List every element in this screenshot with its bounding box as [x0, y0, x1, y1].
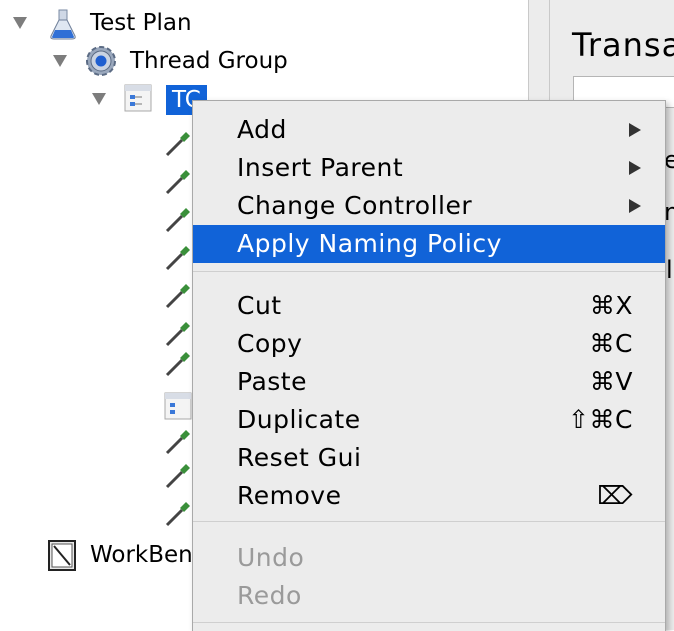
menu-item-change-controller[interactable]: Change Controller — [193, 187, 665, 225]
sampler-pipette-icon[interactable] — [164, 428, 192, 456]
menu-item-copy[interactable]: Copy ⌘C — [193, 325, 665, 363]
expand-caret-icon[interactable] — [53, 55, 67, 67]
sampler-pipette-icon[interactable] — [164, 282, 192, 310]
menu-item-apply-naming-policy[interactable]: Apply Naming Policy — [193, 225, 665, 263]
thread-group-gear-icon — [86, 46, 116, 76]
menu-item-cut[interactable]: Cut ⌘X — [193, 287, 665, 325]
menu-item-insert-parent[interactable]: Insert Parent — [193, 149, 665, 187]
menu-item-label: Duplicate — [237, 405, 361, 434]
context-menu: Add Insert Parent Change Controller Appl… — [192, 100, 666, 631]
sampler-pipette-icon[interactable] — [164, 130, 192, 158]
delete-key-icon: ⌦ — [597, 481, 633, 510]
menu-item-shortcut: ⌘X — [589, 291, 633, 320]
tree-node-test-plan[interactable]: Test Plan — [90, 8, 192, 38]
menu-item-label: Copy — [237, 329, 303, 358]
sampler-pipette-icon[interactable] — [164, 462, 192, 490]
menu-item-label: Apply Naming Policy — [237, 229, 502, 258]
menu-item-label: Reset Gui — [237, 443, 362, 472]
submenu-arrow-icon — [629, 123, 641, 137]
transaction-controller-icon — [124, 84, 152, 112]
submenu-arrow-icon — [629, 199, 641, 213]
sampler-pipette-icon[interactable] — [164, 244, 192, 272]
tree-node-thread-group[interactable]: Thread Group — [130, 46, 288, 76]
menu-item-redo[interactable]: Redo — [193, 577, 665, 615]
menu-separator — [193, 622, 665, 623]
expand-caret-icon[interactable] — [13, 17, 27, 29]
menu-item-shortcut: ⇧⌘C — [568, 405, 633, 434]
menu-item-label: Redo — [237, 581, 302, 610]
expand-caret-icon[interactable] — [92, 93, 106, 105]
menu-item-undo[interactable]: Undo — [193, 539, 665, 577]
sampler-pipette-icon[interactable] — [164, 350, 192, 378]
submenu-arrow-icon — [629, 161, 641, 175]
menu-item-label: Paste — [237, 367, 307, 396]
menu-item-shortcut: ⌘V — [589, 367, 633, 396]
menu-item-paste[interactable]: Paste ⌘V — [193, 363, 665, 401]
sampler-pipette-icon[interactable] — [164, 500, 192, 528]
workbench-clipboard-icon — [48, 540, 76, 571]
sampler-pipette-icon[interactable] — [164, 168, 192, 196]
menu-separator — [193, 521, 665, 522]
menu-item-label: Add — [237, 115, 287, 144]
menu-item-label: Cut — [237, 291, 282, 320]
sampler-pipette-icon[interactable] — [164, 206, 192, 234]
menu-item-label: Change Controller — [237, 191, 473, 220]
sampler-pipette-icon[interactable] — [164, 320, 192, 348]
menu-item-add[interactable]: Add — [193, 111, 665, 149]
test-plan-flask-icon — [50, 9, 76, 40]
menu-item-label: Insert Parent — [237, 153, 404, 182]
menu-item-label: Undo — [237, 543, 305, 572]
menu-item-label: Remove — [237, 481, 342, 510]
controller-icon[interactable] — [164, 392, 192, 420]
menu-item-remove[interactable]: Remove ⌦ — [193, 477, 665, 515]
menu-separator — [193, 271, 665, 272]
editor-text-fragment: l — [666, 256, 673, 284]
menu-item-reset-gui[interactable]: Reset Gui — [193, 439, 665, 477]
menu-item-shortcut: ⌘C — [589, 329, 633, 358]
menu-item-duplicate[interactable]: Duplicate ⇧⌘C — [193, 401, 665, 439]
editor-title: Transa — [572, 26, 674, 64]
